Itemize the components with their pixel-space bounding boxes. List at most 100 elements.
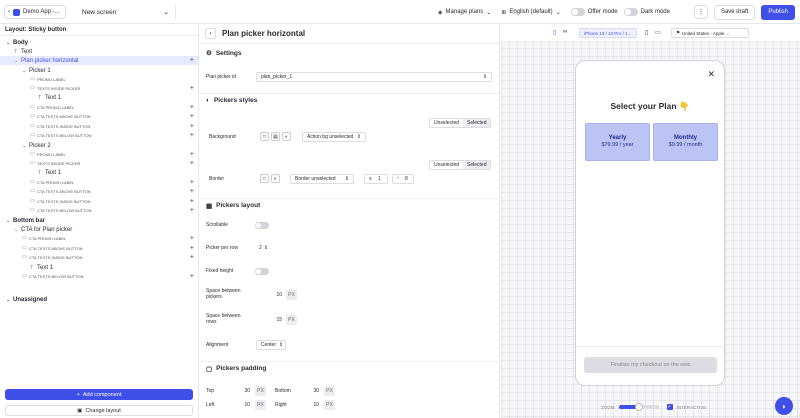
tree-item[interactable]: ▭ CTA TEXTS ABOVE BUTTON +: [0, 244, 198, 252]
tree-item[interactable]: T Text: [0, 47, 198, 56]
link-icon[interactable]: ∞: [563, 29, 567, 35]
add-child-button[interactable]: +: [190, 235, 194, 242]
screen-selector[interactable]: New screen ⌄: [76, 5, 176, 19]
bottom-padding-input[interactable]: 30: [293, 386, 323, 396]
tree-item[interactable]: ⌄ Picker 2: [0, 141, 198, 150]
tree-item[interactable]: T Text 1: [0, 263, 198, 272]
space-between-rows-input[interactable]: 15: [256, 315, 286, 325]
tree-item[interactable]: ▭ CTA TEXTS INSIDE BUTTON +: [0, 253, 198, 261]
plan-picker-id-select[interactable]: plan_picker_1 ⇕: [256, 72, 492, 82]
add-child-button[interactable]: +: [190, 151, 194, 158]
tree-item[interactable]: ⌄ Unassigned: [0, 295, 198, 304]
border-width-input[interactable]: ≡ 1: [364, 174, 388, 184]
border-select[interactable]: Border unselected ⇕: [290, 174, 354, 184]
fixed-height-switch[interactable]: [255, 268, 269, 275]
add-child-button[interactable]: +: [190, 245, 194, 252]
pickers-styles-section-header[interactable]: ◐ Pickers styles: [200, 93, 499, 107]
tree-item[interactable]: ⌄ Plan picker horizontal +: [0, 56, 198, 65]
close-icon[interactable]: ✕: [707, 69, 715, 80]
tree-item[interactable]: ▭ CTA TEXTS ABOVE BUTTON +: [0, 112, 198, 120]
unselected-tab[interactable]: Unselected: [430, 161, 463, 169]
left-padding-input[interactable]: 10: [224, 400, 254, 410]
add-child-button[interactable]: +: [190, 132, 194, 139]
tree-item[interactable]: ⌄ CTA for Plan picker: [0, 225, 198, 234]
tree-item[interactable]: ▭ CTA TEXTS ABOVE BUTTON +: [0, 187, 198, 195]
dark-mode-switch[interactable]: [623, 8, 638, 16]
add-child-button[interactable]: +: [190, 273, 194, 280]
add-child-button[interactable]: +: [190, 207, 194, 214]
scrollable-switch[interactable]: [255, 222, 269, 229]
add-child-button[interactable]: +: [190, 57, 194, 64]
tree-item[interactable]: ▭ PROMO LABEL: [0, 75, 198, 83]
manage-plans-button[interactable]: ◈ Manage plans ⌄: [438, 9, 491, 16]
tree-item[interactable]: ▭ PROMO LABEL +: [0, 150, 198, 158]
tree-item[interactable]: ▭ CTA TEXTS INSIDE BUTTON +: [0, 197, 198, 205]
more-options-button[interactable]: ⋮: [693, 5, 708, 19]
language-selector[interactable]: ⊕ English (default) ⌄: [501, 9, 560, 16]
pickers-padding-section-header[interactable]: ▢ Pickers padding: [200, 361, 499, 375]
picker-per-row-select[interactable]: 2 ⇕: [255, 243, 271, 253]
zoom-slider-handle[interactable]: [634, 403, 643, 411]
add-child-button[interactable]: +: [190, 123, 194, 130]
image-icon[interactable]: ▤: [271, 132, 280, 141]
selected-tab[interactable]: Selected: [463, 119, 491, 127]
zoom-slider[interactable]: [618, 403, 659, 411]
portrait-icon[interactable]: ▯: [645, 29, 648, 36]
square-icon[interactable]: □: [260, 174, 269, 183]
tree-item[interactable]: ⌄ Bottom bar: [0, 216, 198, 225]
tree-item[interactable]: ▭ CTA PROMO LABEL +: [0, 234, 198, 242]
add-child-button[interactable]: +: [190, 188, 194, 195]
tree-item[interactable]: ▭ CTA TEXTS INSIDE BUTTON +: [0, 122, 198, 130]
interactive-checkbox[interactable]: ✓: [666, 404, 673, 410]
tree-item[interactable]: ⌄ Body: [0, 38, 198, 47]
add-child-button[interactable]: +: [190, 85, 194, 92]
tree-item[interactable]: T Text 1: [0, 168, 198, 177]
add-child-button[interactable]: +: [190, 113, 194, 120]
plan-card-monthly[interactable]: Monthly $9.99 / month: [653, 123, 718, 161]
palette-icon[interactable]: ◐: [271, 174, 280, 183]
add-child-button[interactable]: +: [190, 254, 194, 261]
add-child-button[interactable]: +: [190, 198, 194, 205]
state-toggle-2[interactable]: Unselected Selected: [429, 160, 492, 170]
back-button[interactable]: ‹: [205, 28, 216, 39]
settings-section-header[interactable]: ⚙ Settings: [200, 46, 499, 60]
tree-item[interactable]: ▭ TEXTS INSIDE PICKER +: [0, 159, 198, 167]
tree-item[interactable]: ▭ TEXTS INSIDE PICKER +: [0, 84, 198, 92]
tree-item[interactable]: ▭ CTA TEXTS BELOW BUTTON +: [0, 272, 198, 280]
pickers-layout-section-header[interactable]: ▦ Pickers layout: [200, 198, 499, 212]
palette-icon[interactable]: ◐: [282, 132, 291, 141]
background-select[interactable]: Action bg unselected ⇕: [302, 132, 366, 142]
chat-support-button[interactable]: ◗: [775, 397, 793, 415]
unselected-tab[interactable]: Unselected: [430, 119, 463, 127]
publish-button[interactable]: Publish: [761, 4, 795, 20]
color-square-icon[interactable]: □: [260, 132, 269, 141]
space-between-pickers-input[interactable]: 10: [256, 290, 286, 300]
top-padding-input[interactable]: 30: [224, 386, 254, 396]
offer-mode-switch[interactable]: [570, 8, 585, 16]
offer-mode-toggle[interactable]: Offer mode: [570, 8, 618, 16]
tree-item[interactable]: ▭ CTA TEXTS BELOW BUTTON +: [0, 206, 198, 214]
calendar-icon[interactable]: ▭: [655, 29, 661, 36]
tree-item[interactable]: ▭ CTA PROMO LABEL +: [0, 178, 198, 186]
country-select[interactable]: ⚑ United States - Apple ...: [671, 28, 749, 38]
add-child-button[interactable]: +: [190, 160, 194, 167]
state-toggle-1[interactable]: Unselected Selected: [429, 118, 492, 128]
app-selector[interactable]: ‹ Demo App -...: [4, 5, 66, 19]
tree-item[interactable]: ▭ CTA TEXTS BELOW BUTTON +: [0, 131, 198, 139]
dark-mode-toggle[interactable]: Dark mode: [623, 8, 670, 16]
plan-card-yearly[interactable]: Yearly $79.99 / year: [585, 123, 650, 161]
tree-item[interactable]: ▭ CTA PROMO LABEL +: [0, 103, 198, 111]
phone-view-icon[interactable]: ▯: [553, 29, 556, 36]
alignment-select[interactable]: Center ⇕: [256, 340, 286, 350]
selected-tab[interactable]: Selected: [463, 161, 491, 169]
device-select[interactable]: iPhone 13 / 13 Pro / 1...: [579, 28, 637, 38]
tree-item[interactable]: ⌄ Picker 1: [0, 66, 198, 75]
right-padding-input[interactable]: 10: [293, 400, 323, 410]
add-child-button[interactable]: +: [190, 179, 194, 186]
change-layout-button[interactable]: ▣ Change layout: [5, 405, 193, 416]
tree-item[interactable]: T Text 1: [0, 93, 198, 102]
border-radius-input[interactable]: ◜ 8: [392, 174, 414, 184]
checkout-cta-button[interactable]: Finalize my checkout on the web: [584, 357, 717, 373]
save-draft-button[interactable]: Save draft: [713, 4, 756, 20]
add-child-button[interactable]: +: [190, 104, 194, 111]
